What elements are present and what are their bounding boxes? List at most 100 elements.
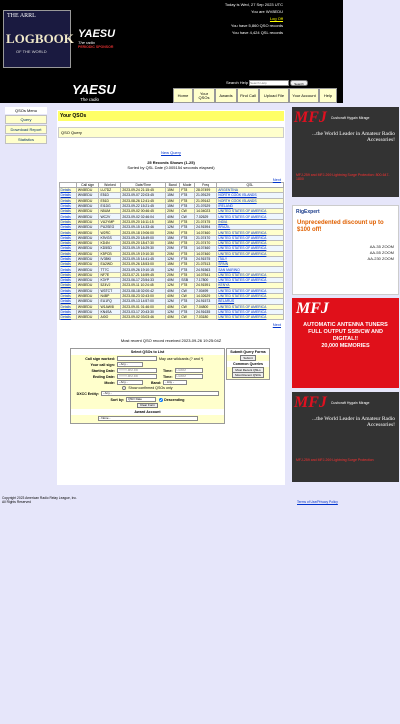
datetime-cell: 2023-09-02 03:03:46 (120, 314, 167, 321)
nav-your-qsos[interactable]: Your QSOs (193, 88, 215, 103)
yaesu-banner[interactable]: YAESU The radio (72, 82, 116, 102)
ad1-partners: Cushcraft Hygain Mirage (330, 116, 370, 120)
confirmed-label: Show confirmed QSOs only (128, 386, 173, 390)
ad4-headline: ...the World Leader in Amateur Radio Acc… (312, 416, 395, 428)
qsos-menu-title: QSOs Menu (5, 107, 47, 114)
logout-link[interactable]: Log Off (225, 15, 283, 22)
ad-mfj-tuners[interactable]: MFJ AUTOMATIC ANTENNA TUNERS FULL OUTPUT… (292, 298, 399, 388)
wildcard-note: May use wildcards (? and *) (159, 356, 204, 361)
lotw-logo[interactable]: THE ARRL LOGBOOK OF THE WORLD (3, 10, 74, 68)
qsl-count: You have 4,424 QSL records (231, 30, 283, 35)
ad3-line-3: 20,000 MEMORIES (321, 343, 370, 349)
yaesu-sponsor-logo[interactable]: YAESU The radio PERIODIC SPONSOR (78, 28, 124, 49)
most-recent-qsos-button[interactable]: Most Recent QSOs (232, 372, 264, 378)
ad2-headline: Unprecedented discount up to $100 off! (297, 220, 384, 233)
ad4-brand: MFJ (294, 394, 327, 411)
ad-mfj-1[interactable]: MFJ Cushcraft Hygain Mirage ...the World… (292, 107, 399, 197)
sort-select[interactable]: QSO Date (126, 397, 157, 402)
search-input[interactable] (249, 80, 290, 86)
main-content: Your QSOs QSO Query New Query 25 Records… (57, 110, 285, 486)
qso-table: Call sign Worked Date/Time Band Mode Fre… (58, 182, 284, 321)
your-call-label: Your call sign: (90, 362, 116, 367)
start-date-input[interactable]: YYYY-MM-DD (117, 368, 157, 373)
mode-cell: CW (179, 314, 196, 321)
submit-panel: Submit Query Forms Submit Common Queries… (226, 348, 270, 380)
nav-your-account[interactable]: Your Account (289, 88, 319, 103)
ad-mfj-2[interactable]: MFJ Cushcraft Hygain Mirage ...the World… (292, 392, 399, 482)
rights-text: All Rights Reserved (2, 500, 31, 504)
ad2-model-3: AA-230 ZOOM (367, 256, 394, 261)
qsos-menu: QSOs Menu Query Download Report Statisti… (5, 107, 47, 144)
logo-arrl-text: THE ARRL (7, 13, 36, 19)
start-time-input[interactable]: HHMM (174, 368, 203, 373)
sorted-by: Sorted by QSL Date (0.005154 seconds ela… (127, 165, 215, 170)
new-query-link[interactable]: New Query (57, 150, 285, 155)
clear-form-button[interactable]: Clear Form (136, 403, 158, 408)
query-form: Select QSOs to List Call sign worked: Ma… (70, 348, 225, 424)
yaesu-brand: YAESU (78, 28, 116, 40)
search-label: Search Help (226, 80, 249, 86)
your-call-select[interactable]: - Any - (117, 362, 143, 367)
ad1-promo: MFJ-259 and MFJ-269 Lightning Surge Prot… (296, 173, 390, 181)
confirmed-checkbox[interactable] (122, 386, 127, 390)
terms-link[interactable]: Terms of Use/Privacy Policy (297, 500, 338, 504)
date-line: Today is Wed, 27 Sep 2023 UTC (224, 2, 283, 7)
nav-find-call[interactable]: Find Call (237, 88, 259, 103)
mode-label: Mode: (104, 380, 115, 385)
band-label: Band: (151, 380, 162, 385)
band-cell: 40M (165, 314, 181, 321)
mode-select[interactable]: - Any - (117, 380, 143, 385)
ad4-promo: MFJ-259 and MFJ-269 Lightning Surge Prot… (296, 458, 374, 462)
call-worked-input[interactable] (117, 356, 157, 361)
page-title: Your QSOs (58, 111, 284, 121)
search-button[interactable]: Search (290, 80, 308, 86)
ad-rigexpert[interactable]: RigExpert Unprecedented discount up to $… (292, 205, 399, 295)
user-line: You are WV8EDU (251, 9, 283, 14)
ad1-headline: ...the World Leader in Amateur Radio Acc… (312, 131, 395, 143)
nav-help[interactable]: Help (319, 88, 337, 103)
award-select[interactable]: - None - (97, 416, 198, 421)
end-time-input[interactable]: HHMM (174, 374, 203, 379)
nav-home[interactable]: Home (173, 88, 193, 103)
qso-count: You have 5,860 QSO records (230, 23, 283, 28)
logo-logbook-text: LOGBOOK (6, 31, 74, 46)
start-date-label: Starting Date: (91, 368, 115, 373)
ad4-partners: Cushcraft Hygain Mirage (330, 401, 370, 405)
end-date-input[interactable]: YYYY-MM-DD (117, 374, 157, 379)
freq-cell: 7.03180 (194, 314, 218, 321)
logo-subtext: OF THE WORLD (16, 49, 47, 54)
call-worked-label: Call sign worked: (85, 356, 115, 361)
end-time-label: Time: (163, 374, 173, 379)
qsl-cell[interactable]: UNITED STATES OF AMERICA (216, 314, 284, 321)
band-select[interactable]: - Any - (163, 380, 188, 385)
table-row: Details WV8EDU AI0O 2023-09-02 03:03:46 40M C… (58, 314, 284, 321)
ad2-brand: RigExpert (296, 209, 320, 215)
yaesu-banner-brand: YAESU (72, 82, 116, 97)
descending-checkbox[interactable] (159, 397, 164, 402)
dxcc-select[interactable]: - Any - (101, 391, 219, 396)
form-title: Select QSOs to List (71, 349, 224, 355)
yaesu-promo: PERIODIC SPONSOR (78, 45, 114, 49)
account-status: Today is Wed, 27 Sep 2023 UTC You are WV… (225, 1, 283, 36)
submit-button[interactable]: Submit (240, 355, 256, 361)
nav-awards[interactable]: Awards (215, 88, 237, 103)
start-time-label: Time: (163, 368, 173, 373)
sort-label: Sort by: (110, 397, 125, 402)
award-title: Award Account (71, 409, 224, 415)
details-link[interactable]: Details (58, 314, 77, 321)
next-link-bottom[interactable]: Next (57, 322, 281, 327)
worked-cell: AI0O (98, 314, 122, 321)
menu-statistics[interactable]: Statistics (5, 135, 47, 144)
main-nav: Home Your QSOs Awards Find Call Upload F… (173, 88, 337, 103)
help-search: Search Help Search (226, 80, 308, 86)
ad3-brand: MFJ (296, 300, 329, 317)
end-date-label: Ending Date: (92, 374, 115, 379)
callsign-cell: WV8EDU (75, 314, 100, 321)
query-label: QSO Query (58, 127, 284, 138)
ad3-line-1: AUTOMATIC ANTENNA TUNERS (303, 322, 388, 328)
menu-query[interactable]: Query (5, 115, 47, 124)
nav-upload-file[interactable]: Upload File (259, 88, 289, 103)
descending-label: Descending (164, 397, 185, 402)
menu-download-report[interactable]: Download Report (5, 125, 47, 134)
yaesu-banner-tag: The radio (80, 97, 100, 102)
